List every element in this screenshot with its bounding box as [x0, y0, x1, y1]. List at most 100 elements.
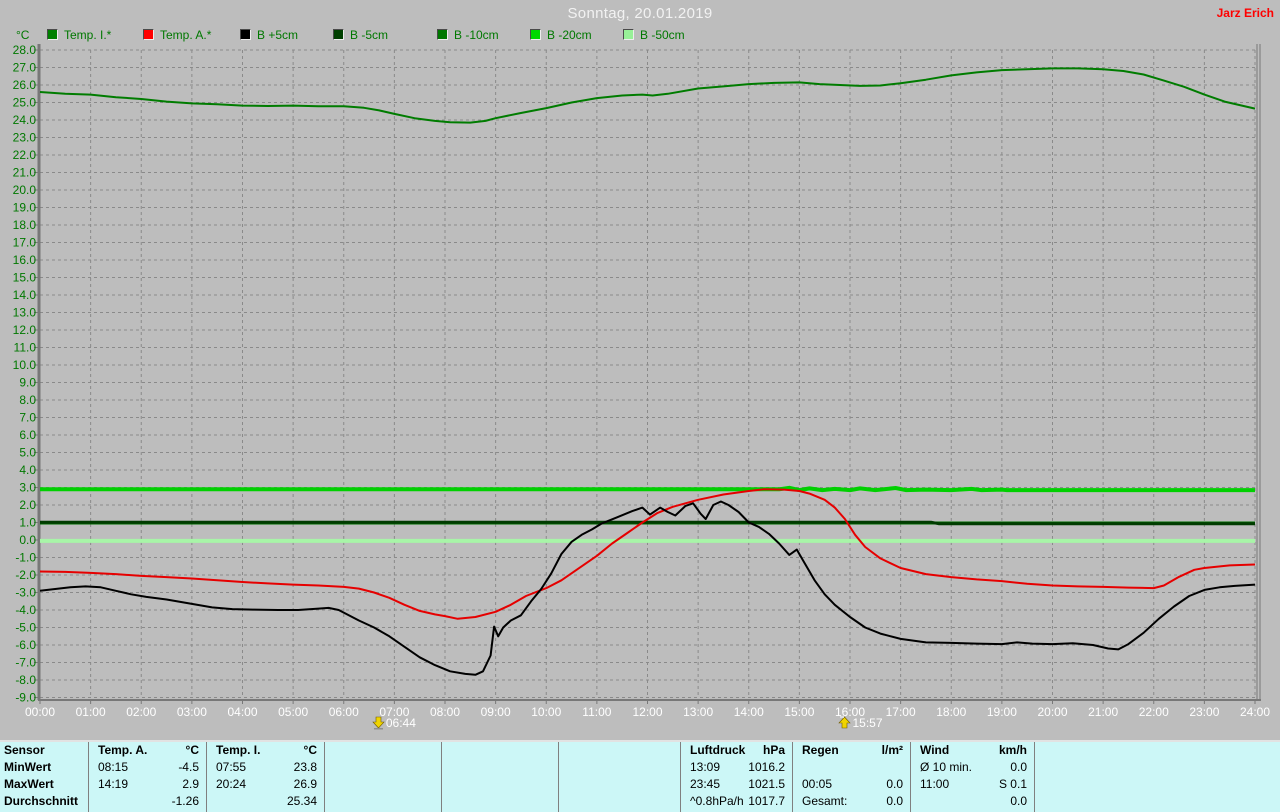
table-row: Gesamt: 0.0: [793, 793, 910, 810]
table-row: Regen l/m²: [793, 742, 910, 759]
table-cell: [89, 793, 98, 810]
y-tick-label: -5.0: [15, 621, 36, 635]
table-cell: 00:05: [802, 777, 833, 791]
table-cell: -4.5: [178, 760, 199, 774]
table-cell: [673, 742, 680, 759]
table-cell: Wind: [920, 743, 950, 757]
y-tick-label: 28.0: [13, 43, 37, 57]
table-cell: ^0.8hPa/h: [690, 794, 744, 808]
table-row: [442, 793, 558, 810]
table-row-label: MaxWert: [4, 777, 54, 791]
table-cell: [325, 776, 334, 793]
table-cell: 08:15: [98, 760, 129, 774]
x-tick-label: 22:00: [1139, 705, 1169, 719]
table-cell: Temp. I.: [216, 743, 261, 757]
y-tick-label: 26.0: [13, 78, 37, 92]
table-cell: [551, 793, 558, 810]
table-column: [325, 742, 442, 812]
x-tick-label: 09:00: [481, 705, 511, 719]
table-row: [559, 742, 680, 759]
table-cell: 1017.7: [748, 794, 785, 808]
x-tick-label: 04:00: [227, 705, 257, 719]
y-tick-label: 14.0: [13, 288, 37, 302]
x-tick-label: 21:00: [1088, 705, 1118, 719]
x-tick-label: 20:00: [1037, 705, 1067, 719]
table-row: -1.26: [89, 793, 206, 810]
table-row: 11:00 S 0.1: [911, 776, 1034, 793]
y-tick-label: 9.0: [19, 376, 36, 390]
y-tick-label: 25.0: [13, 96, 37, 110]
y-tick-label: 16.0: [13, 253, 37, 267]
y-tick-label: -1.0: [15, 551, 36, 565]
y-tick-label: -9.0: [15, 691, 36, 705]
x-tick-label: 12:00: [632, 705, 662, 719]
x-tick-label: 24:00: [1240, 705, 1270, 719]
y-tick-label: 22.0: [13, 148, 37, 162]
table-cell: [551, 776, 558, 793]
table-row: 08:15 -4.5: [89, 759, 206, 776]
table-cell: [434, 742, 441, 759]
x-tick-label: 03:00: [177, 705, 207, 719]
table-row: Wind km/h: [911, 742, 1034, 759]
table-row: [442, 759, 558, 776]
chart-gridlines: [40, 49, 1256, 698]
y-tick-label: 12.0: [13, 323, 37, 337]
table-row: [325, 776, 441, 793]
x-tick-label: 23:00: [1189, 705, 1219, 719]
x-tick-label: 06:00: [329, 705, 359, 719]
x-tick-label: 18:00: [936, 705, 966, 719]
table-row: [325, 759, 441, 776]
y-tick-label: 6.0: [19, 428, 36, 442]
y-tick-label: 19.0: [13, 201, 37, 215]
y-tick-label: -6.0: [15, 638, 36, 652]
table-cell: Luftdruck: [690, 743, 746, 757]
table-cell: [793, 759, 802, 776]
table-cell: km/h: [998, 743, 1027, 757]
y-tick-label: 3.0: [19, 481, 36, 495]
x-tick-label: 05:00: [278, 705, 308, 719]
table-cell: [559, 776, 568, 793]
sunrise-arrow-icon: [372, 716, 385, 730]
x-tick-label: 15:00: [784, 705, 814, 719]
y-tick-label: -8.0: [15, 673, 36, 687]
table-cell: 23:45: [690, 777, 721, 791]
table-cell: [434, 759, 441, 776]
table-cell: [903, 759, 910, 776]
table-cell: [673, 759, 680, 776]
table-cell: [434, 776, 441, 793]
table-cell: Regen: [802, 743, 839, 757]
table-cell: 25.34: [286, 794, 317, 808]
y-tick-label: 18.0: [13, 218, 37, 232]
table-cell: l/m²: [881, 743, 903, 757]
y-tick-label: 13.0: [13, 306, 37, 320]
x-tick-label: 01:00: [76, 705, 106, 719]
y-tick-label: 23.0: [13, 131, 37, 145]
table-cell: -1.26: [171, 794, 199, 808]
table-row: 25.34: [207, 793, 324, 810]
table-cell: [442, 776, 451, 793]
table-row-label: Durchschnitt: [4, 794, 79, 808]
x-tick-label: 11:00: [582, 705, 611, 719]
y-tick-label: 17.0: [13, 236, 37, 250]
weather-app-window: { "header": { "title": "Sonntag, 20.01.2…: [0, 0, 1280, 812]
y-tick-label: 24.0: [13, 113, 37, 127]
table-cell: [673, 793, 680, 810]
table-cell: [207, 793, 216, 810]
y-tick-label: 15.0: [13, 271, 37, 285]
table-cell: [325, 759, 334, 776]
x-tick-label: 00:00: [25, 705, 55, 719]
table-cell: [442, 793, 451, 810]
table-cell: [551, 742, 558, 759]
y-tick-label: -2.0: [15, 568, 36, 582]
table-row: [325, 742, 441, 759]
table-column: Luftdruck hPa 13:09 1016.2 23:45 1021.5 ^0.8hP…: [681, 742, 793, 812]
table-row: 0.0: [911, 793, 1034, 810]
table-row: [325, 793, 441, 810]
table-cell: 1016.2: [748, 760, 785, 774]
table-cell: [551, 759, 558, 776]
sunrise-marker: 06:44: [372, 716, 416, 730]
table-cell: [559, 793, 568, 810]
table-cell: °C: [303, 743, 317, 757]
x-tick-label: 14:00: [734, 705, 764, 719]
sunset-marker: 15:57: [838, 716, 883, 730]
